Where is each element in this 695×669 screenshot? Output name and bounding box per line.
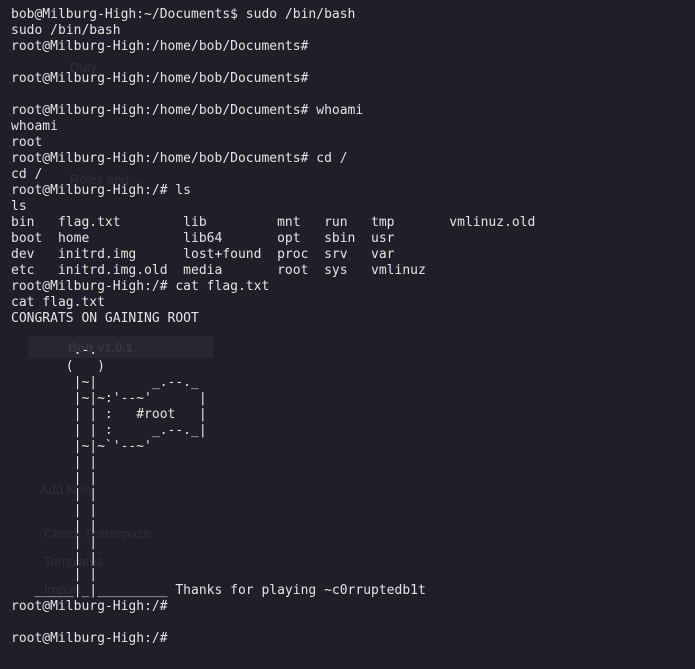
terminal-line: root@Milburg-High:/# ls xyxy=(11,183,192,198)
root-flag-ascii-art: .-. ( ) |~| _.--._ |~|~:'--~' | | | : #r… xyxy=(34,343,426,598)
terminal-line: root@Milburg-High:/home/bob/Documents# c… xyxy=(11,151,348,166)
terminal-line: root@Milburg-High:/# xyxy=(11,599,168,614)
terminal-line: bob@Milburg-High:~/Documents$ sudo /bin/… xyxy=(11,7,356,22)
terminal-line: cat flag.txt xyxy=(11,295,105,310)
terminal-line: root@Milburg-High:/# cat flag.txt xyxy=(11,279,270,294)
terminal-line: dev initrd.img lost+found proc srv var xyxy=(11,247,395,262)
terminal-line: whoami xyxy=(11,119,58,134)
terminal-line: boot home lib64 opt sbin usr xyxy=(11,231,395,246)
terminal-line: root@Milburg-High:/home/bob/Documents# xyxy=(11,71,309,86)
terminal-prompt[interactable]: root@Milburg-High:/# xyxy=(11,631,695,647)
terminal-output[interactable]: bob@Milburg-High:~/Documents$ sudo /bin/… xyxy=(0,0,695,669)
terminal-line: etc initrd.img.old media root sys vmlinu… xyxy=(11,263,426,278)
terminal-line: sudo /bin/bash xyxy=(11,23,121,38)
terminal-line: cd / xyxy=(11,167,43,182)
terminal-line: root xyxy=(11,135,43,150)
terminal-line: ls xyxy=(11,199,27,214)
terminal-line: CONGRATS ON GAINING ROOT xyxy=(11,311,199,326)
terminal-line: bin flag.txt lib mnt run tmp vmlinuz.old xyxy=(11,215,536,230)
terminal-line: root@Milburg-High:/home/bob/Documents# xyxy=(11,39,309,54)
terminal-line: root@Milburg-High:/home/bob/Documents# w… xyxy=(11,103,364,118)
